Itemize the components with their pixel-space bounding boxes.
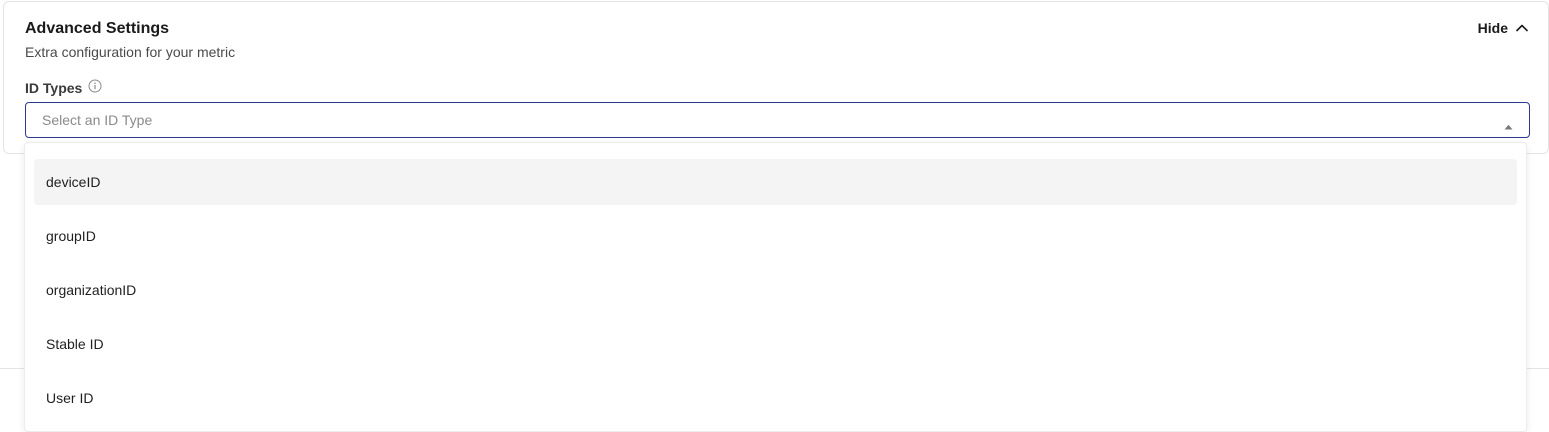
chevron-up-icon	[1516, 24, 1528, 32]
id-types-label: ID Types	[25, 79, 102, 96]
section-subtitle: Extra configuration for your metric	[25, 44, 236, 60]
section-title: Advanced Settings	[25, 20, 170, 37]
info-icon[interactable]	[88, 79, 102, 96]
divider	[1527, 368, 1549, 369]
option-groupid[interactable]: groupID	[34, 213, 1517, 259]
hide-button[interactable]: Hide	[1478, 20, 1528, 36]
id-types-label-text: ID Types	[25, 79, 83, 96]
option-stable-id[interactable]: Stable ID	[34, 321, 1517, 367]
option-user-id[interactable]: User ID	[34, 375, 1517, 421]
id-type-dropdown-menu: deviceID groupID organizationID Stable I…	[24, 142, 1527, 432]
caret-up-icon	[1504, 117, 1513, 135]
divider	[0, 368, 24, 369]
option-deviceid[interactable]: deviceID	[34, 159, 1517, 205]
id-type-select-placeholder: Select an ID Type	[42, 112, 153, 128]
id-type-select[interactable]: Select an ID Type	[25, 102, 1530, 138]
hide-label: Hide	[1477, 20, 1508, 36]
advanced-settings-card: Advanced Settings Extra configuration fo…	[3, 1, 1549, 154]
option-organizationid[interactable]: organizationID	[34, 267, 1517, 313]
